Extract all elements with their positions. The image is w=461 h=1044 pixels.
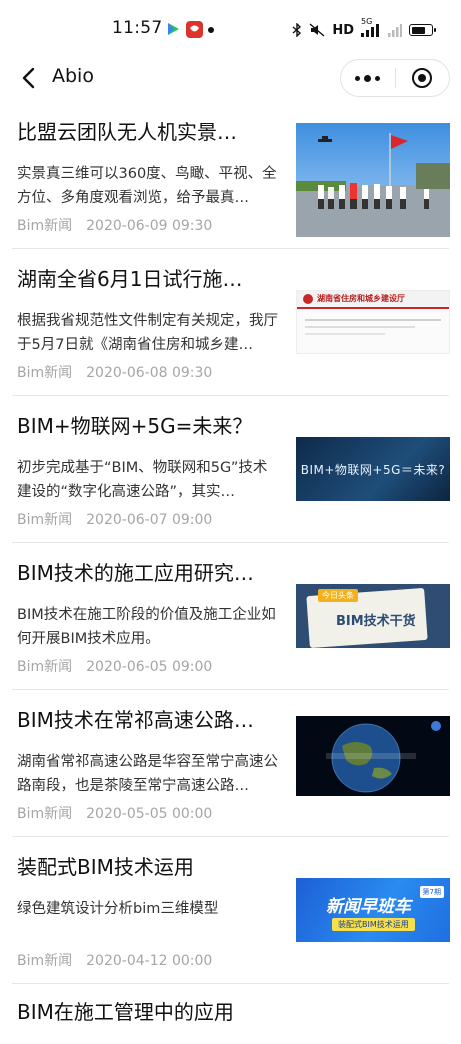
banner-tag: 今日头条 [318,589,358,602]
more-button[interactable] [341,60,395,96]
article-source: Bim新闻 [17,365,73,381]
emblem-icon [303,294,313,304]
article-summary: 湖南省常祁高速公路是华容至常宁高速公路南段，也是茶陵至常宁高速公路… [17,754,278,794]
article-title: 湖南全省6月1日试行施… [17,267,243,291]
more-dots-icon [355,74,381,82]
article-meta: Bim新闻 2020-05-05 00:00 [17,803,212,823]
article-title: BIM在施工管理中的应用 [17,1000,234,1024]
article-source: Bim新闻 [17,659,73,675]
notification-dot [208,27,214,33]
battery-level [411,26,425,34]
article-date: 2020-05-05 00:00 [86,806,213,822]
article-summary: 初步完成基于“BIM、物联网和5G”技术建设的“数字化高速公路”，其实… [17,460,268,500]
signal-2-icon [388,24,402,37]
status-time: 11:57 [112,18,163,38]
earth-globe-banner [296,716,450,796]
article-source: Bim新闻 [17,806,73,822]
article-meta: Bim新闻 2020-06-09 09:30 [17,215,212,235]
article-source: Bim新闻 [17,512,73,528]
banner-subtitle: 装配式BIM技术运用 [332,918,415,931]
article-source: Bim新闻 [17,953,73,969]
article-item[interactable]: BIM+物联网+5G=未来？ 初步完成基于“BIM、物联网和5G”技术建设的“数… [0,396,461,543]
article-title: BIM技术在常祁高速公路… [17,708,254,732]
article-date: 2020-04-12 00:00 [86,953,213,969]
article-item[interactable]: 装配式BIM技术运用 绿色建筑设计分析bim三维模型 Bim新闻 2020-04-… [0,837,461,984]
signal-icon: 5G [361,17,381,37]
article-item[interactable]: BIM在施工管理中的应用 [0,984,461,1044]
article-meta: Bim新闻 2020-06-08 09:30 [17,362,212,382]
status-icons: HD 5G [292,17,436,41]
article-date: 2020-06-09 09:30 [86,218,213,234]
bim-5g-banner: BIM+物联网+5G＝未来? [296,437,450,501]
article-title: BIM技术的施工应用研究… [17,561,254,585]
article-date: 2020-06-07 09:00 [86,512,213,528]
article-summary: BIM技术在施工阶段的价值及施工企业如何开展BIM技术应用。 [17,607,276,647]
bim-tech-banner: 今日头条 BIM技术干货 [296,584,450,648]
bluetooth-icon [292,23,302,37]
close-mini-program-button[interactable] [395,60,449,96]
article-summary: 绿色建筑设计分析bim三维模型 [17,901,219,917]
article-meta: Bim新闻 2020-04-12 00:00 [17,950,212,970]
article-summary: 根据我省规范性文件制定有关规定，我厅于5月7日就《湖南省住房和城乡建… [17,313,278,353]
article-item[interactable]: 比盟云团队无人机实景… 实景真三维可以360度、鸟瞰、平视、全方位、多角度观看浏… [0,102,461,249]
article-title: 比盟云团队无人机实景… [17,120,237,144]
article-list: 比盟云团队无人机实景… 实景真三维可以360度、鸟瞰、平视、全方位、多角度观看浏… [0,102,461,1044]
news-express-banner: 新闻早班车 第7期 装配式BIM技术运用 [296,878,450,942]
target-icon [412,68,433,88]
banner-text: BIM技术干货 [336,614,416,629]
article-date: 2020-06-05 09:00 [86,659,213,675]
mute-icon [309,23,325,37]
document-screenshot: 湖南省住房和城乡建设厅 [296,290,450,354]
article-item[interactable]: BIM技术的施工应用研究… BIM技术在施工阶段的价值及施工企业如何开展BIM技… [0,543,461,690]
status-bar: 11:57 HD 5G [0,0,461,56]
article-meta: Bim新闻 2020-06-07 09:00 [17,509,212,529]
chevron-left-icon [22,67,35,89]
page-title: Abio [52,65,94,87]
article-meta: Bim新闻 2020-06-05 09:00 [17,656,212,676]
banner-text: BIM+物联网+5G＝未来? [300,462,446,477]
article-item[interactable]: BIM技术在常祁高速公路… 湖南省常祁高速公路是华容至常宁高速公路南段，也是茶陵… [0,690,461,837]
banner-text: 新闻早班车 [326,897,411,917]
red-app-icon [186,21,203,38]
video-app-icon [168,23,179,35]
article-date: 2020-06-08 09:30 [86,365,213,381]
network-type: HD [332,22,354,38]
article-source: Bim新闻 [17,218,73,234]
drone-team-photo [296,123,450,237]
back-button[interactable] [14,62,42,94]
document-header: 湖南省住房和城乡建设厅 [317,294,405,303]
article-title: BIM+物联网+5G=未来？ [17,414,253,438]
battery-icon [409,24,436,36]
article-item[interactable]: 湖南全省6月1日试行施… 根据我省规范性文件制定有关规定，我厅于5月7日就《湖南… [0,249,461,396]
article-title: 装配式BIM技术运用 [17,855,194,879]
article-summary: 实景真三维可以360度、鸟瞰、平视、全方位、多角度观看浏览，给予最真… [17,166,277,206]
banner-badge: 第7期 [419,886,444,898]
navigation-bar: Abio [0,56,461,100]
mini-program-capsule [340,59,450,97]
